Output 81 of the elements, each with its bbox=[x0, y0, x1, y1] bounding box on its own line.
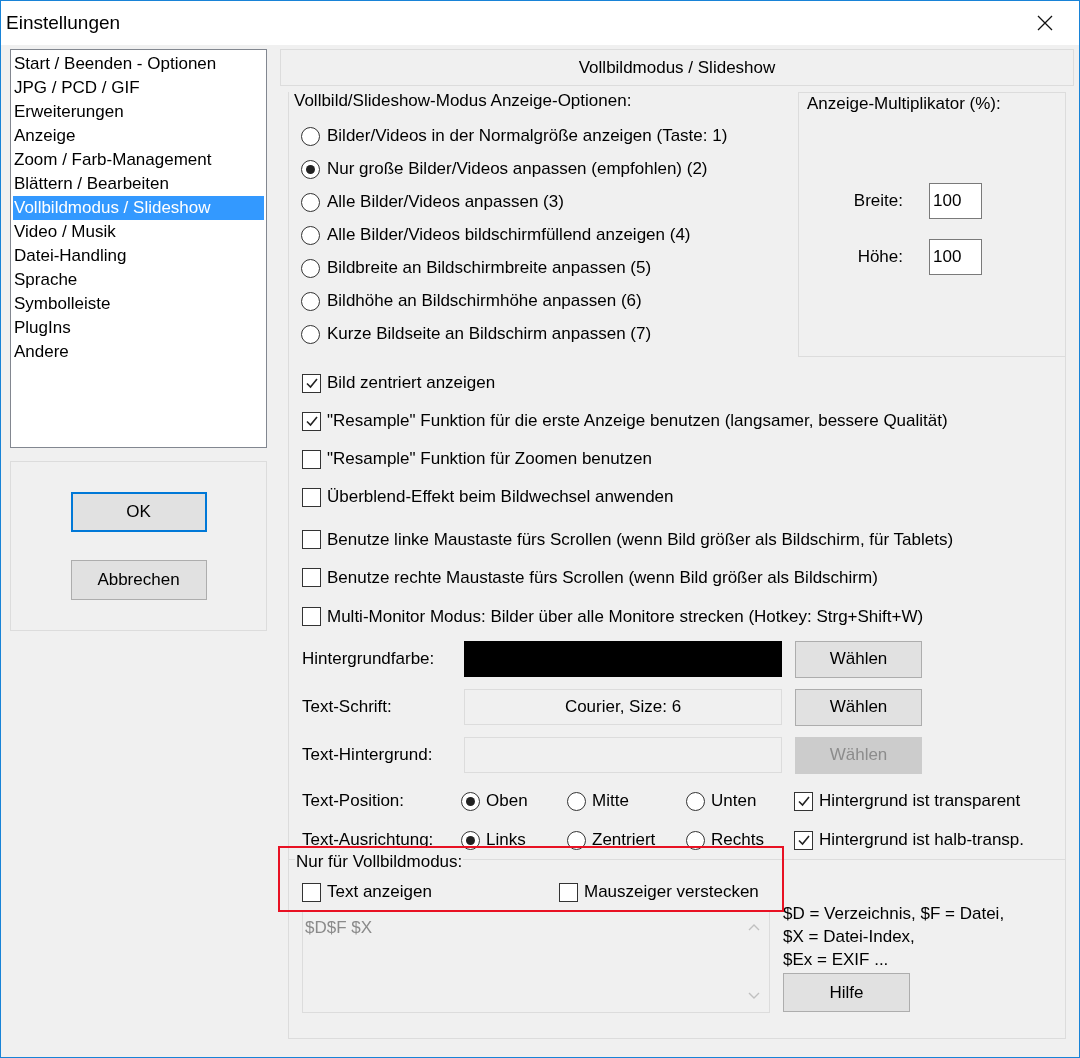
option-label: Alle Bilder/Videos anpassen (3) bbox=[327, 191, 564, 214]
checkbox[interactable] bbox=[302, 529, 321, 549]
option-label: Text anzeigen bbox=[327, 881, 432, 904]
checkbox[interactable] bbox=[302, 606, 321, 626]
cancel-button[interactable]: Abbrechen bbox=[70, 560, 207, 600]
checkbox[interactable] bbox=[302, 568, 321, 588]
category-item[interactable]: Datei-Handling bbox=[13, 244, 264, 268]
option-label: "Resample" Funktion für Zoomen benutzen bbox=[327, 448, 652, 471]
category-item[interactable]: Video / Musik bbox=[13, 220, 264, 244]
checkbox[interactable] bbox=[302, 882, 321, 902]
help-text: $Ex = EXIF ... bbox=[783, 949, 890, 971]
option-label: Bilder/Videos in der Normalgröße anzeigen (Taste: 1) bbox=[327, 125, 728, 148]
category-item[interactable]: Sprache bbox=[13, 268, 264, 292]
close-icon[interactable] bbox=[1037, 15, 1053, 31]
option-label: Bildhöhe an Bildschirmhöhe anpassen (6) bbox=[327, 290, 642, 313]
option-label: "Resample" Funktion für die erste Anzeige benutzen (langsamer, bessere Qualität) bbox=[327, 410, 948, 433]
option-label: Zentriert bbox=[592, 829, 656, 852]
category-item[interactable]: Symbolleiste bbox=[13, 292, 264, 316]
option-label: Nur große Bilder/Videos anpassen (empfohlen) (2) bbox=[327, 158, 708, 181]
category-item[interactable]: Erweiterungen bbox=[13, 100, 264, 124]
font-field: Courier, Size: 6 bbox=[464, 689, 782, 725]
checkbox[interactable] bbox=[302, 487, 321, 507]
ok-button[interactable]: OK bbox=[70, 492, 207, 532]
radio[interactable] bbox=[301, 258, 320, 278]
template-text: $D$F $X bbox=[304, 917, 373, 939]
checkbox-checked[interactable] bbox=[302, 373, 321, 393]
category-item[interactable]: JPG / PCD / GIF bbox=[13, 76, 264, 100]
choose-button[interactable]: Wählen bbox=[795, 640, 922, 678]
option-label: Benutze linke Maustaste fürs Scrollen (wenn Bild größer als Bildschirm, für Tablets) bbox=[327, 528, 954, 551]
page-header: Vollbildmodus / Slideshow bbox=[280, 49, 1074, 86]
checkbox-checked[interactable] bbox=[794, 830, 813, 850]
checkbox[interactable] bbox=[559, 882, 578, 902]
option-label: Links bbox=[486, 829, 526, 852]
radio[interactable] bbox=[301, 225, 320, 245]
field-label: Höhe: bbox=[856, 245, 904, 268]
radio[interactable] bbox=[301, 291, 320, 311]
field-label: Text-Hintergrund: bbox=[302, 744, 434, 767]
option-label: Hintergrund ist transparent bbox=[819, 790, 1021, 813]
checkbox-checked[interactable] bbox=[794, 791, 813, 811]
option-label: Bildbreite an Bildschirmbreite anpassen (5) bbox=[327, 257, 652, 280]
group-title: Vollbild/Slideshow-Modus Anzeige-Optionen: bbox=[294, 90, 633, 112]
checkbox-checked[interactable] bbox=[302, 411, 321, 431]
category-item[interactable]: PlugIns bbox=[13, 316, 264, 340]
option-label: Überblend-Effekt beim Bildwechsel anwenden bbox=[327, 486, 674, 509]
category-item[interactable]: Start / Beenden - Optionen bbox=[13, 52, 264, 76]
category-item[interactable]: Anzeige bbox=[13, 124, 264, 148]
help-button[interactable]: Hilfe bbox=[783, 973, 910, 1012]
help-text: $D = Verzeichnis, $F = Datei, bbox=[783, 903, 1005, 925]
help-text: $X = Datei-Index, bbox=[783, 926, 916, 948]
option-label: Multi-Monitor Modus: Bilder über alle Monitore strecken (Hotkey: Strg+Shift+W) bbox=[327, 605, 924, 628]
choose-button[interactable]: Wählen bbox=[795, 688, 922, 726]
checkbox[interactable] bbox=[302, 449, 321, 469]
radio[interactable] bbox=[301, 324, 320, 344]
option-label: Benutze rechte Maustaste fürs Scrollen (wenn Bild größer als Bildschirm) bbox=[327, 567, 878, 589]
number-field[interactable]: 100 bbox=[929, 238, 982, 275]
option-label: Bild zentriert anzeigen bbox=[327, 372, 496, 395]
field-label: Hintergrundfarbe: bbox=[302, 648, 436, 671]
option-label: Oben bbox=[486, 790, 528, 813]
category-item[interactable]: Andere bbox=[13, 340, 264, 364]
category-item[interactable]: Zoom / Farb-Management bbox=[13, 148, 264, 172]
radio[interactable] bbox=[301, 192, 320, 212]
group-title: Anzeige-Multiplikator (%): bbox=[807, 93, 1002, 115]
radio[interactable] bbox=[686, 791, 705, 811]
category-item[interactable]: Blättern / Bearbeiten bbox=[13, 172, 264, 196]
option-label: Rechts bbox=[711, 829, 764, 852]
option-label: Unten bbox=[711, 790, 757, 813]
radio-selected[interactable] bbox=[461, 791, 480, 811]
option-label: Mauszeiger verstecken bbox=[584, 881, 759, 904]
number-field[interactable]: 100 bbox=[929, 182, 982, 219]
window-title: Einstellungen bbox=[6, 10, 121, 35]
radio[interactable] bbox=[301, 126, 320, 146]
option-label: Hintergrund ist halb-transp. bbox=[819, 829, 1025, 852]
field-label: Text-Schrift: bbox=[302, 696, 393, 719]
radio-selected[interactable] bbox=[301, 159, 320, 179]
field-label: Breite: bbox=[852, 189, 904, 212]
field-label: Text-Position: bbox=[302, 790, 406, 813]
option-label: Kurze Bildseite an Bildschirm anpassen (7) bbox=[327, 323, 652, 346]
radio[interactable] bbox=[567, 791, 586, 811]
option-label: Mitte bbox=[592, 790, 629, 813]
option-label: Alle Bilder/Videos bildschirmfüllend anzeigen (4) bbox=[327, 224, 691, 247]
color-swatch[interactable] bbox=[464, 641, 782, 677]
